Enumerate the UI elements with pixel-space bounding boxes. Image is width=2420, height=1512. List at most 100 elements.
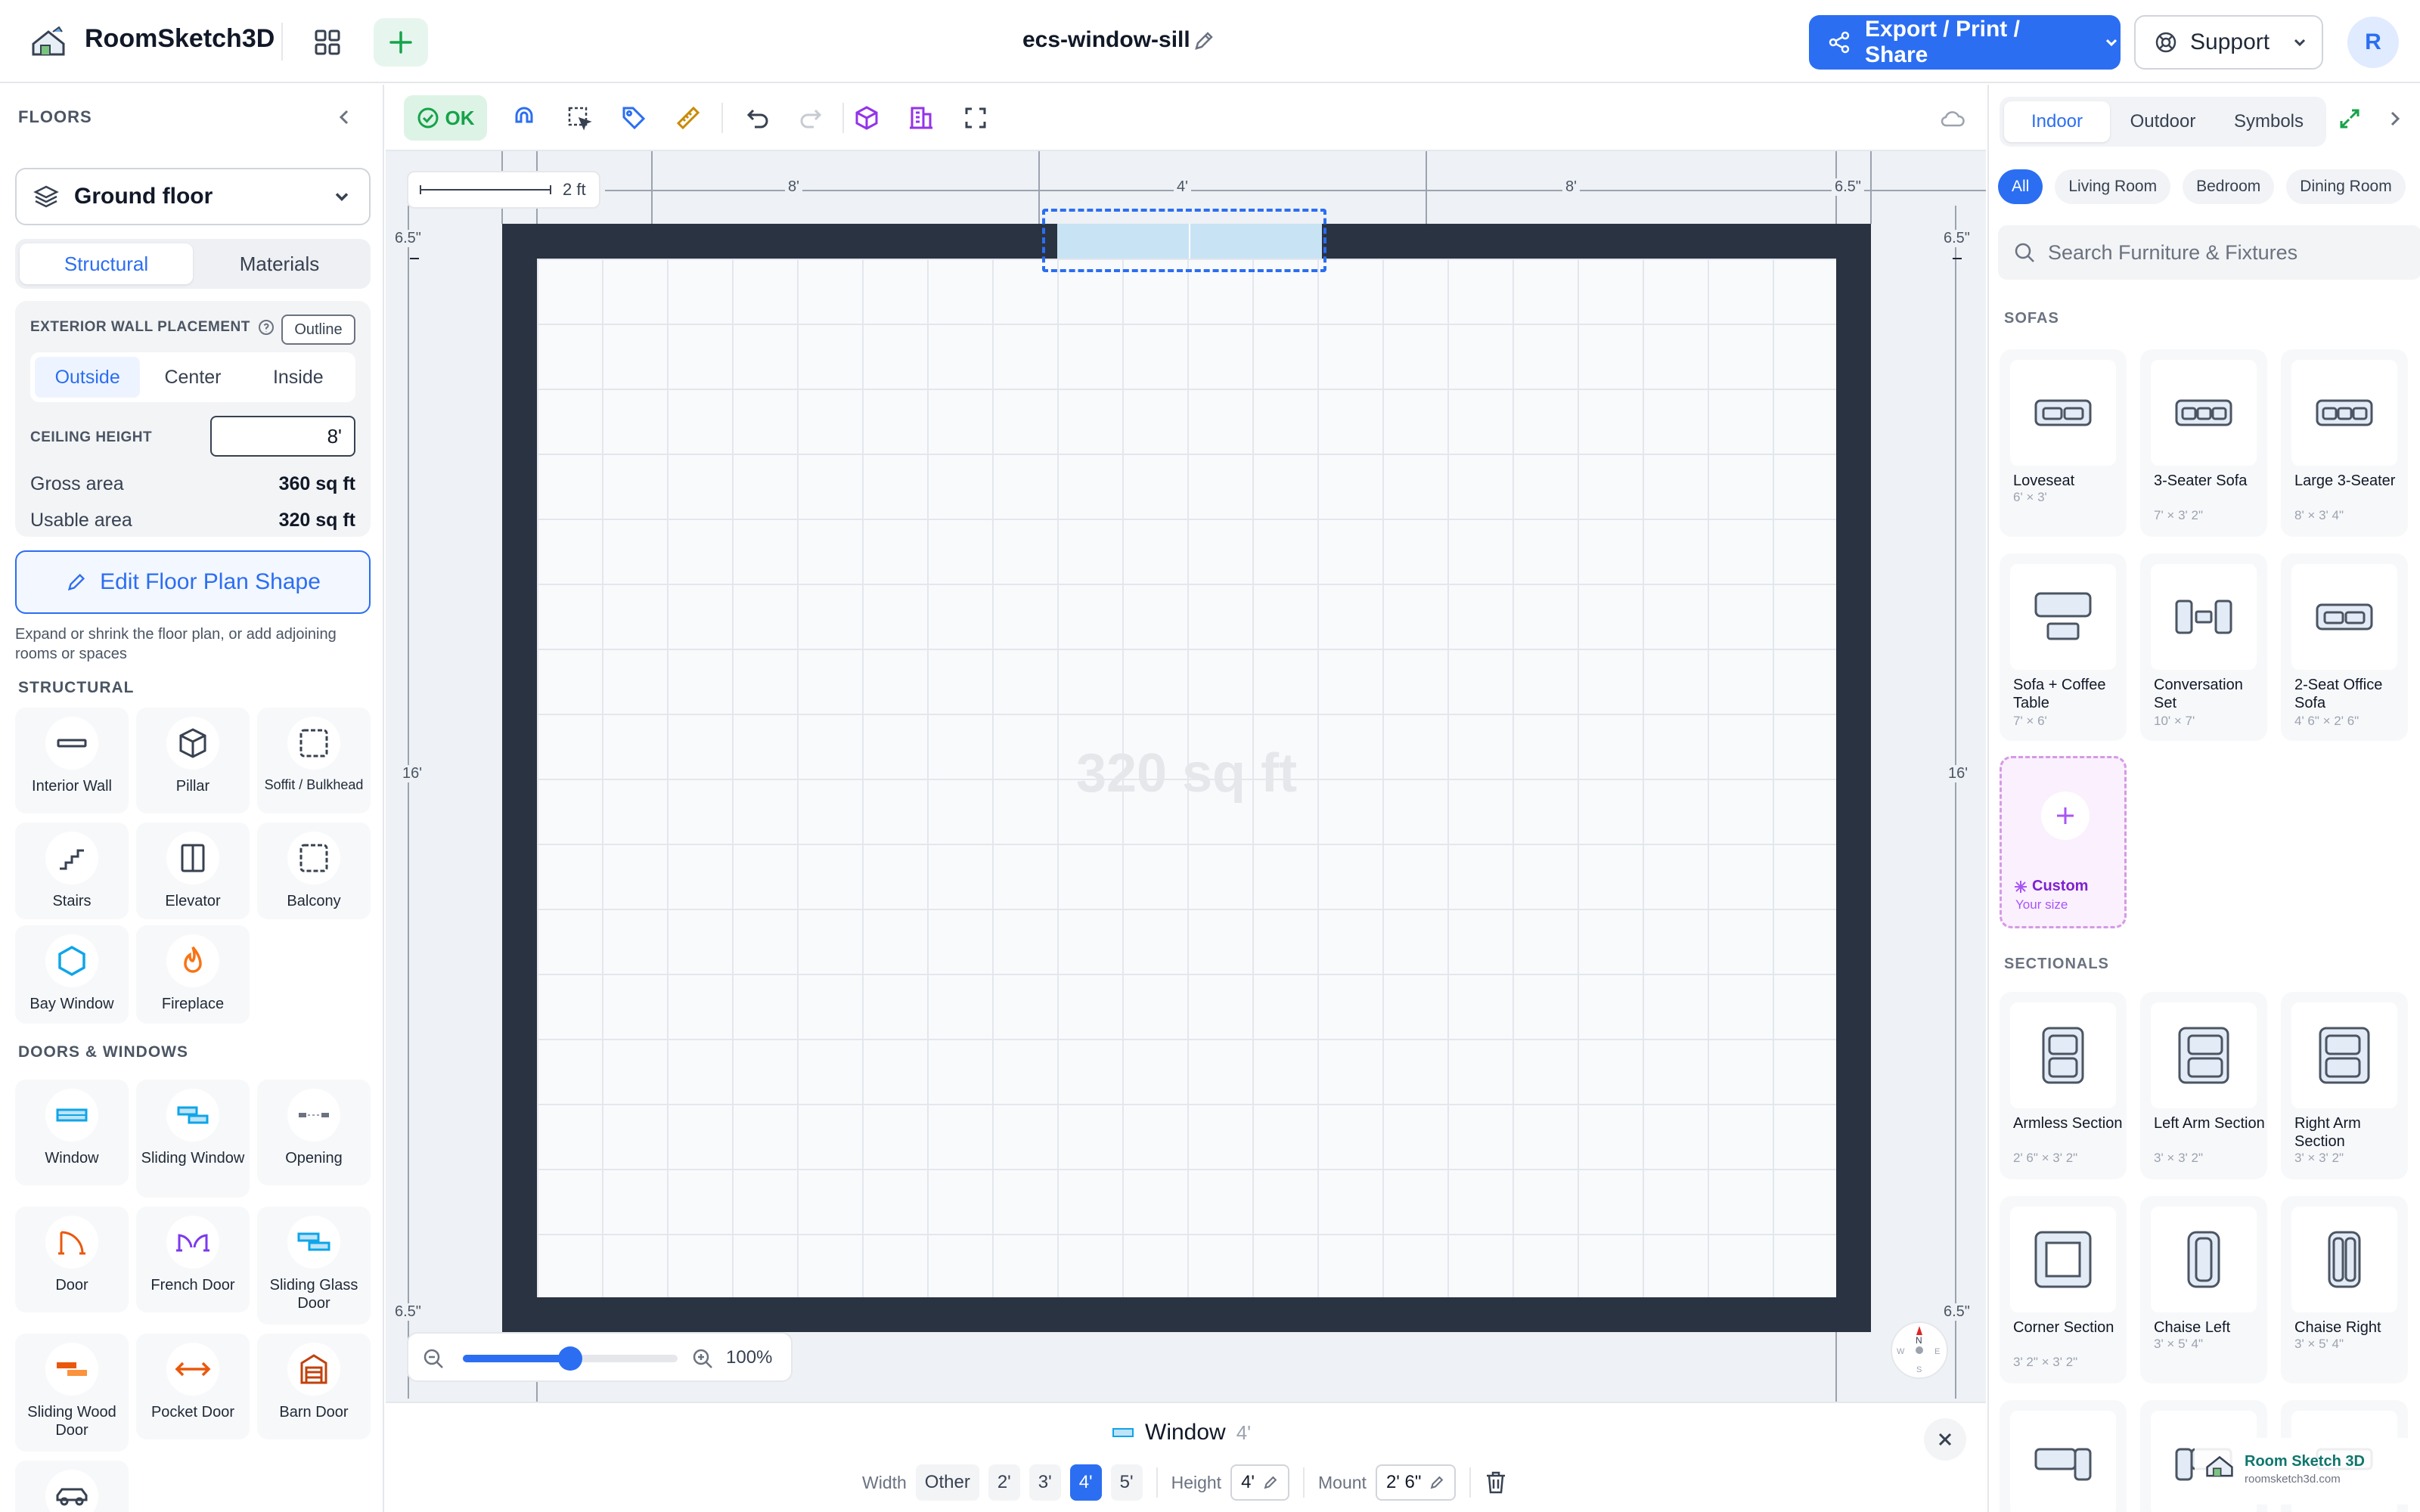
width-option-2[interactable]: 2' [988, 1464, 1020, 1501]
tile-label: Barn Door [279, 1404, 349, 1421]
tab-indoor[interactable]: Indoor [2004, 101, 2110, 142]
furniture-card-2-seat-office-sofa[interactable]: 2-Seat Office Sofa 4' 6" × 2' 6" [2281, 553, 2408, 741]
outline-toggle[interactable]: Outline [281, 314, 355, 345]
tab-symbols[interactable]: Symbols [2216, 101, 2322, 142]
tile-garage-door[interactable] [15, 1461, 129, 1512]
furniture-card-chaise-right[interactable]: Chaise Right 3' × 5' 4" [2281, 1196, 2408, 1383]
width-option-other[interactable]: Other [915, 1464, 979, 1501]
zoom-slider-track[interactable] [463, 1346, 678, 1371]
category-bedroom[interactable]: Bedroom [2183, 169, 2275, 204]
tab-outdoor[interactable]: Outdoor [2110, 101, 2216, 142]
collapse-right-icon[interactable] [2384, 107, 2406, 130]
furniture-card-sofa-coffee-table[interactable]: Sofa + Coffee Table 7' × 6' [2000, 553, 2127, 741]
furniture-card-chaise-left[interactable]: Chaise Left 3' × 5' 4" [2140, 1196, 2267, 1383]
tile-sliding-glass-door[interactable]: Sliding Glass Door [257, 1207, 371, 1325]
zoom-slider-handle[interactable] [558, 1346, 582, 1371]
tile-interior-wall[interactable]: Interior Wall [15, 708, 129, 813]
furniture-search-input[interactable]: Search Furniture & Fixtures [1998, 225, 2420, 280]
furniture-card-partial[interactable] [2000, 1400, 2127, 1512]
compass[interactable]: N S E W [1891, 1321, 1948, 1379]
furniture-name: 3-Seater Sofa [2154, 472, 2248, 489]
width-option-4[interactable]: 4' [1069, 1464, 1102, 1501]
compass-w: W [1897, 1347, 1905, 1356]
tile-label: Window [45, 1150, 99, 1167]
structural-section-title: STRUCTURAL [18, 679, 135, 696]
furniture-card-armless-section[interactable]: Armless Section 2' 6" × 3' 2" [2000, 992, 2127, 1179]
width-option-5[interactable]: 5' [1110, 1464, 1143, 1501]
tile-elevator[interactable]: Elevator [136, 823, 250, 919]
tile-fireplace[interactable]: Fireplace [136, 925, 250, 1024]
furniture-card-left-arm-section[interactable]: Left Arm Section 3' × 3' 2" [2140, 992, 2267, 1179]
barn-door-icon [287, 1343, 340, 1396]
mount-field[interactable]: 2' 6" [1375, 1464, 1457, 1501]
app-logo-icon[interactable] [27, 21, 70, 64]
furniture-card-large-3-seater[interactable]: Large 3-Seater 8' × 3' 4" [2281, 349, 2408, 537]
tile-barn-door[interactable]: Barn Door [257, 1334, 371, 1439]
tile-sliding-window[interactable]: Sliding Window [136, 1080, 250, 1198]
zoom-in-icon[interactable] [691, 1347, 714, 1370]
furniture-name: Loveseat [2013, 472, 2075, 489]
placement-outside[interactable]: Outside [35, 357, 141, 398]
document-title[interactable]: ecs-window-sill [1022, 27, 1190, 53]
exterior-wall[interactable]: 320 sq ft [502, 224, 1871, 1332]
cube-icon [166, 717, 219, 770]
support-button[interactable]: Support [2134, 15, 2323, 70]
placement-inside[interactable]: Inside [246, 357, 351, 398]
tile-french-door[interactable]: French Door [136, 1207, 250, 1312]
furniture-name: 2-Seat Office Sofa [2294, 677, 2383, 711]
tile-balcony[interactable]: Balcony [257, 823, 371, 919]
tile-sliding-wood-door[interactable]: Sliding Wood Door [15, 1334, 129, 1452]
tile-pocket-door[interactable]: Pocket Door [136, 1334, 250, 1439]
close-properties-button[interactable] [1924, 1418, 1966, 1461]
pencil-icon[interactable] [1192, 29, 1216, 53]
collapse-left-icon[interactable] [333, 106, 355, 129]
grid-icon [315, 29, 340, 55]
tile-stairs[interactable]: Stairs [15, 823, 129, 919]
hexagon-icon [45, 934, 98, 987]
furniture-card-conversation-set[interactable]: Conversation Set 10' × 7' [2140, 553, 2267, 741]
tile-bay-window[interactable]: Bay Window [15, 925, 129, 1024]
divider [1469, 1467, 1472, 1498]
category-all[interactable]: All [1998, 169, 2043, 204]
dimension-label: 4' [1174, 178, 1191, 196]
brand-watermark: Room Sketch 3D roomsketch3d.com [2195, 1438, 2414, 1504]
height-field[interactable]: 4' [1230, 1464, 1289, 1501]
export-print-share-button[interactable]: Export / Print / Share [1809, 15, 2121, 70]
tile-door[interactable]: Door [15, 1207, 129, 1312]
ceiling-height-input[interactable]: 8' [210, 416, 355, 457]
tile-opening[interactable]: Opening [257, 1080, 371, 1185]
category-living-room[interactable]: Living Room [2055, 169, 2171, 204]
furniture-card-3-seater-sofa[interactable]: 3-Seater Sofa 7' × 3' 2" [2140, 349, 2267, 537]
new-project-button[interactable] [374, 18, 428, 67]
custom-label: Custom [2032, 878, 2089, 894]
edit-floor-plan-shape-button[interactable]: Edit Floor Plan Shape [15, 550, 371, 614]
furniture-card-right-arm-section[interactable]: Right Arm Section 3' × 3' 2" [2281, 992, 2408, 1179]
furniture-card-corner-section[interactable]: Corner Section 3' 2" × 3' 2" [2000, 1196, 2127, 1383]
trash-icon[interactable] [1485, 1470, 1507, 1495]
category-dining-room[interactable]: Dining Room [2286, 169, 2406, 204]
tile-soffit-bulkhead[interactable]: Soffit / Bulkhead [257, 708, 371, 813]
help-icon[interactable] [258, 319, 275, 336]
expand-icon[interactable] [2338, 107, 2361, 130]
flame-icon [166, 934, 219, 987]
properties-row: Width Other 2' 3' 4' 5' Height 4' Mount … [862, 1462, 1507, 1503]
floor-selector[interactable]: Ground floor [15, 168, 371, 225]
furniture-card-loveseat[interactable]: Loveseat 6' × 3' [2000, 349, 2127, 537]
dimension-label: 16' [399, 765, 426, 782]
room-floor[interactable]: 320 sq ft [537, 259, 1836, 1297]
zoom-out-icon[interactable] [422, 1347, 445, 1370]
placement-center[interactable]: Center [140, 357, 245, 398]
tile-label: Door [55, 1277, 88, 1294]
user-avatar[interactable]: R [2347, 17, 2399, 68]
tile-pillar[interactable]: Pillar [136, 708, 250, 813]
canvas-area[interactable]: OK 2 ft 8' 4' 8' 6.5" 6.5" 6.5" 16' 16' … [386, 85, 1986, 1402]
tab-structural[interactable]: Structural [20, 243, 193, 284]
divider [281, 23, 283, 60]
furniture-name: Right Arm Section [2294, 1115, 2361, 1150]
tab-materials[interactable]: Materials [193, 243, 366, 284]
width-option-3[interactable]: 3' [1028, 1464, 1061, 1501]
tile-window[interactable]: Window [15, 1080, 129, 1185]
custom-furniture-card[interactable]: Custom Your size [2000, 756, 2127, 928]
left-arm-section-icon [2151, 1002, 2257, 1108]
projects-grid-button[interactable] [302, 23, 352, 62]
